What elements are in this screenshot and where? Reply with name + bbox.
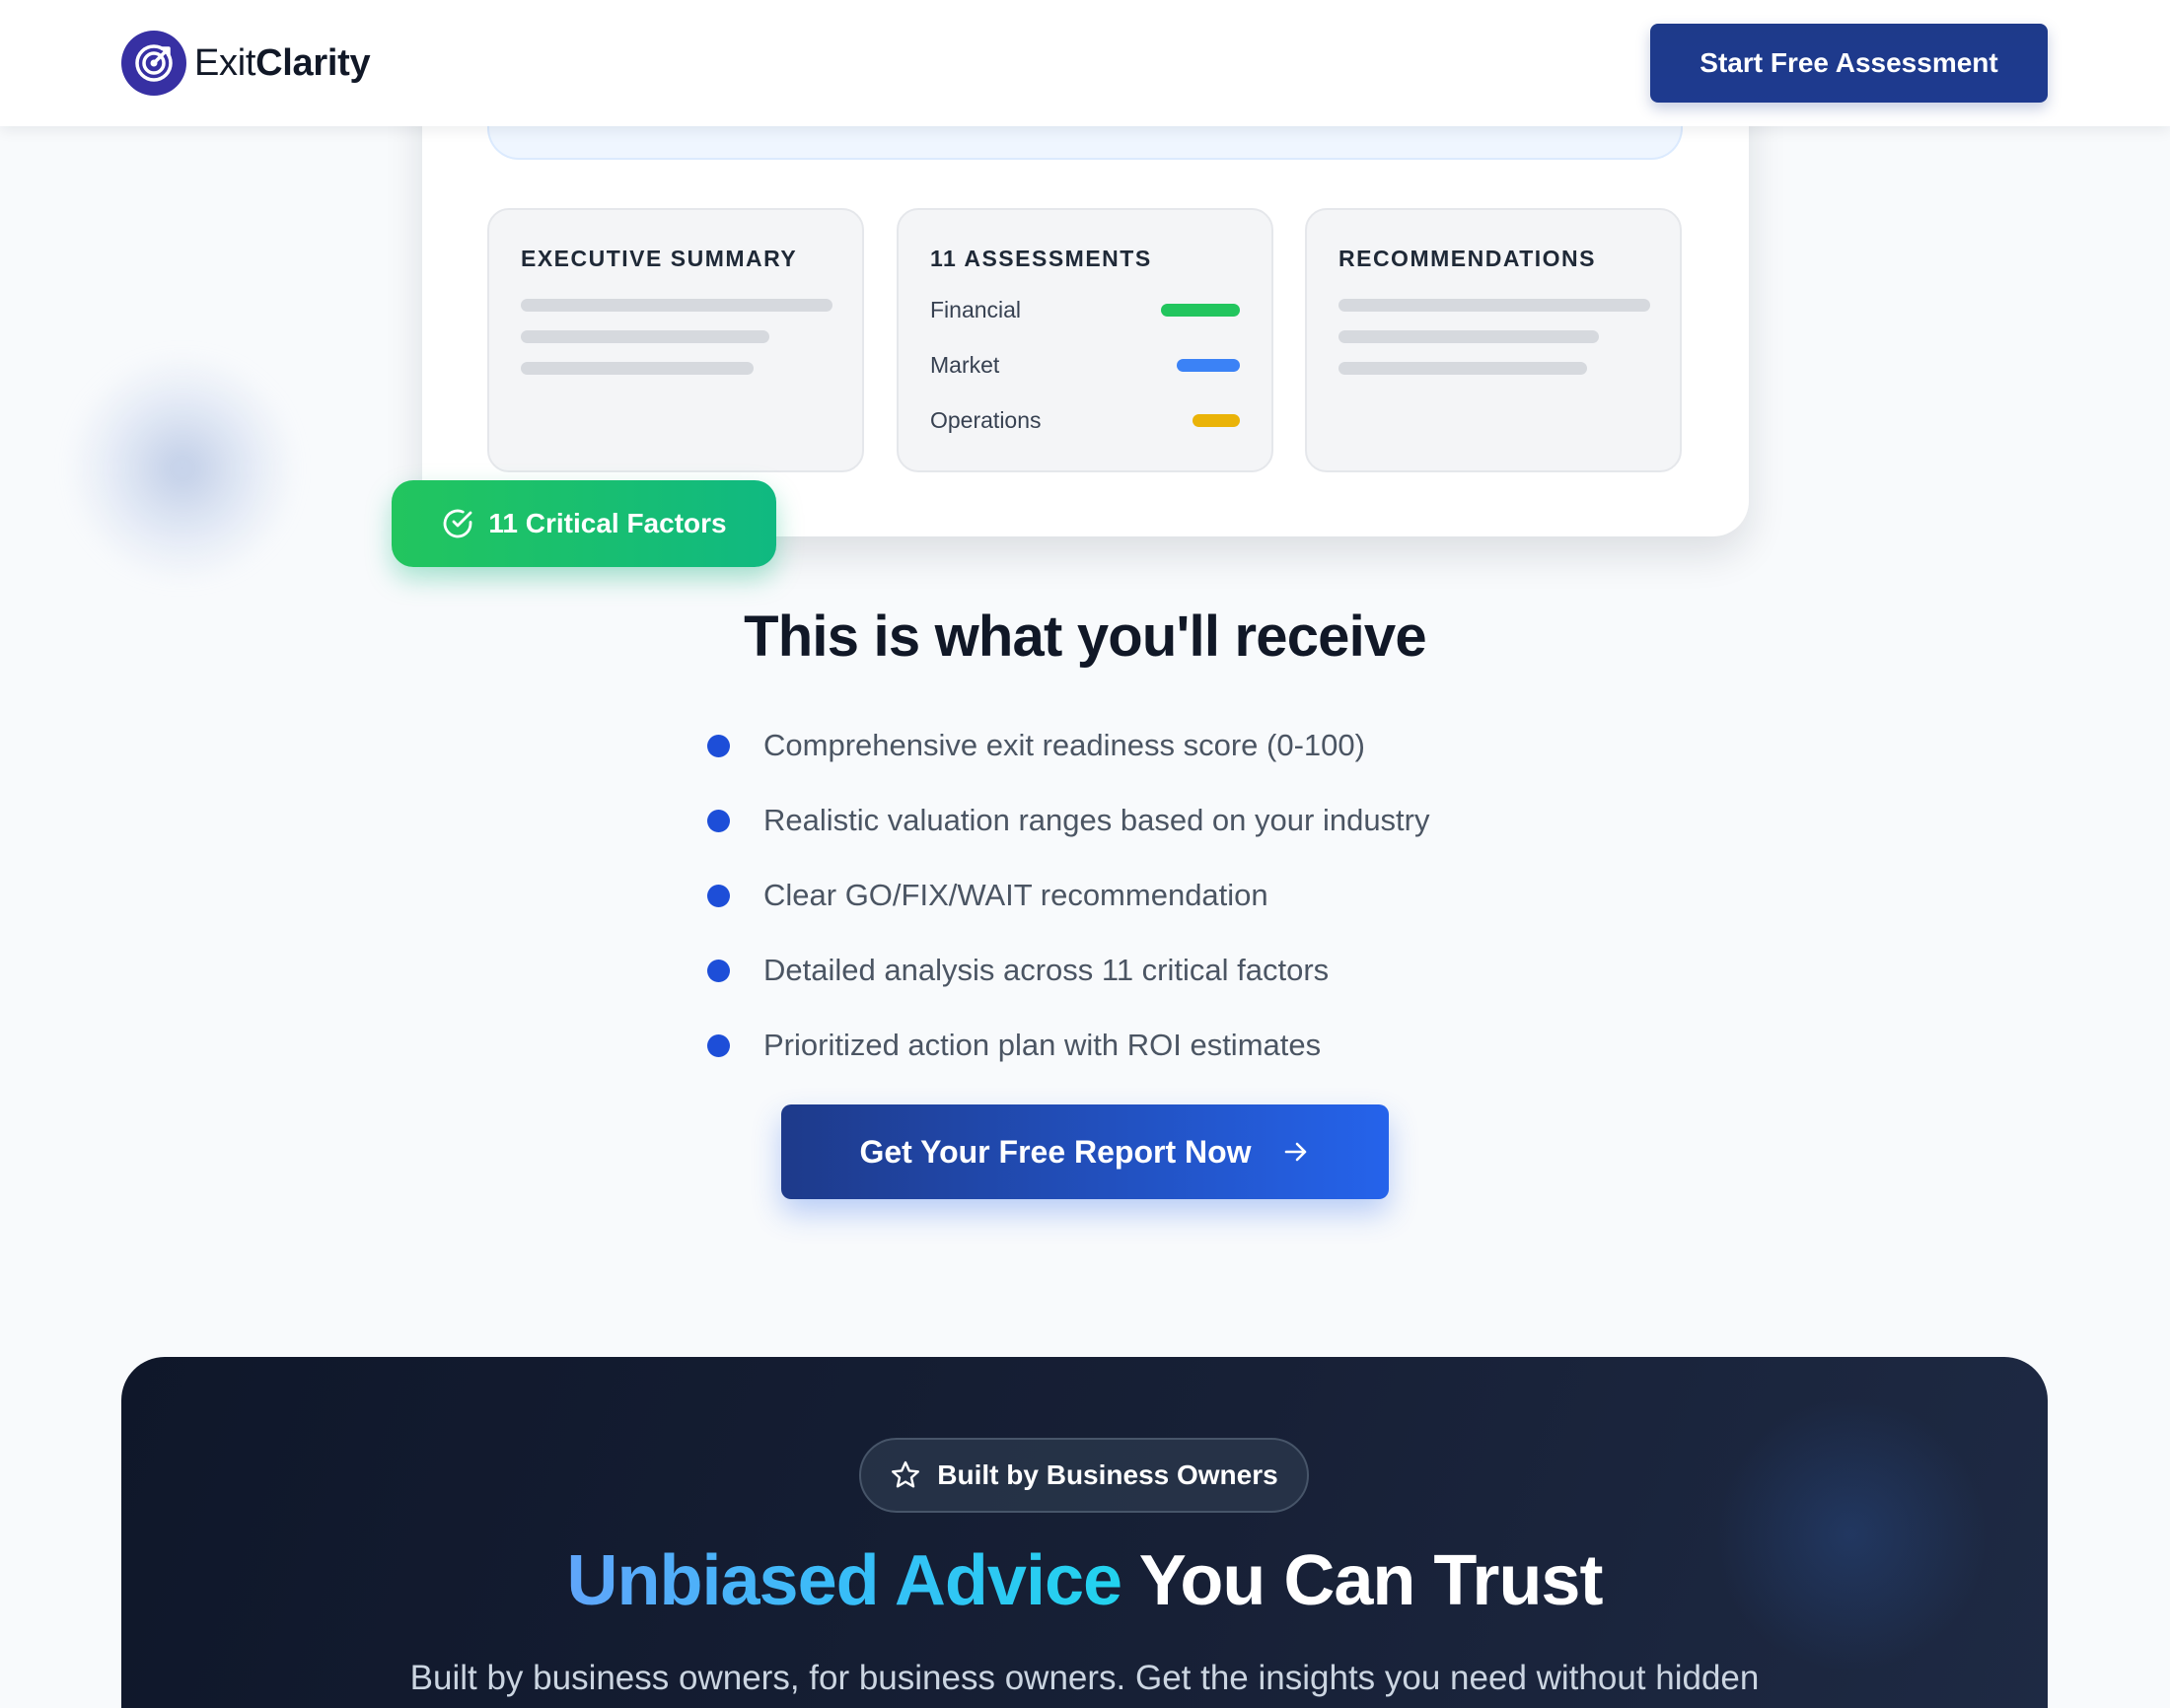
trust-subtitle: Built by business owners, for business o… (409, 1659, 1760, 1697)
benefit-text: Clear GO/FIX/WAIT recommendation (763, 878, 1268, 912)
skeleton-line (521, 330, 769, 343)
benefit-text: Realistic valuation ranges based on your… (763, 803, 1430, 837)
assessment-row: Market (930, 352, 1240, 379)
panel-title: RECOMMENDATIONS (1338, 246, 1597, 271)
trust-title: Unbiased Advice You Can Trust (121, 1540, 2048, 1621)
logo-text-bold: Clarity (255, 41, 371, 84)
assessment-bar (1193, 414, 1240, 427)
assessment-label: Market (930, 352, 1000, 378)
assessment-bar (1177, 359, 1240, 372)
benefit-text: Comprehensive exit readiness score (0-10… (763, 728, 1365, 762)
list-item: Comprehensive exit readiness score (0-10… (707, 708, 1430, 783)
decorative-blur (69, 355, 296, 582)
get-report-button[interactable]: Get Your Free Report Now (781, 1104, 1389, 1199)
bullet-dot (707, 884, 730, 907)
report-preview-card: EXECUTIVE SUMMARY 11 ASSESSMENTS Financi… (422, 59, 1749, 536)
logo-text-light: Exit (194, 41, 256, 84)
bullet-dot (707, 959, 730, 982)
trust-section: Built by Business Owners Unbiased Advice… (121, 1357, 2048, 1708)
skeleton-line (1338, 330, 1599, 343)
built-by-owners-pill: Built by Business Owners (859, 1438, 1309, 1513)
get-report-label: Get Your Free Report Now (859, 1133, 1252, 1170)
trust-title-highlight: Unbiased Advice (566, 1541, 1123, 1620)
assessment-row: Operations (930, 407, 1240, 434)
page: ExitClarity Start Free Assessment EXECUT… (0, 0, 2170, 1708)
benefits-list: Comprehensive exit readiness score (0-10… (707, 708, 1430, 1083)
logo-wordmark: ExitClarity (194, 41, 371, 85)
star-icon (892, 1460, 920, 1488)
skeleton-line (1338, 362, 1587, 375)
site-header: ExitClarity Start Free Assessment (0, 0, 2170, 126)
arrow-right-icon (1284, 1142, 1306, 1162)
benefit-text: Detailed analysis across 11 critical fac… (763, 953, 1330, 987)
benefit-text: Prioritized action plan with ROI estimat… (763, 1028, 1322, 1062)
assessments-panel: 11 ASSESSMENTS Financial Market Operatio… (897, 208, 1273, 472)
badge-label: 11 Critical Factors (488, 508, 727, 538)
assessment-label: Operations (930, 407, 1042, 433)
check-circle-icon (443, 509, 472, 538)
recommendations-panel: RECOMMENDATIONS (1305, 208, 1682, 472)
skeleton-line (521, 362, 754, 375)
list-item: Prioritized action plan with ROI estimat… (707, 1008, 1430, 1083)
bullet-dot (707, 734, 730, 757)
panel-title: EXECUTIVE SUMMARY (521, 246, 798, 271)
section-title: This is what you'll receive (744, 605, 1426, 669)
skeleton-line (521, 299, 832, 312)
skeleton-line (1338, 299, 1650, 312)
list-item: Clear GO/FIX/WAIT recommendation (707, 858, 1430, 933)
critical-factors-badge: 11 Critical Factors (392, 480, 776, 567)
trust-title-rest: You Can Trust (1121, 1541, 1604, 1620)
assessment-label: Financial (930, 297, 1022, 322)
panel-title: 11 ASSESSMENTS (930, 246, 1152, 271)
assessment-row: Financial (930, 297, 1240, 323)
executive-summary-panel: EXECUTIVE SUMMARY (487, 208, 864, 472)
list-item: Detailed analysis across 11 critical fac… (707, 933, 1430, 1008)
target-icon (121, 31, 186, 96)
logo[interactable]: ExitClarity (121, 31, 371, 96)
bullet-dot (707, 809, 730, 832)
list-item: Realistic valuation ranges based on your… (707, 783, 1430, 858)
decorative-glow (1712, 1396, 1989, 1672)
assessment-bar (1161, 304, 1240, 317)
start-assessment-button[interactable]: Start Free Assessment (1650, 24, 2048, 103)
bullet-dot (707, 1033, 730, 1057)
pill-label: Built by Business Owners (937, 1459, 1278, 1490)
